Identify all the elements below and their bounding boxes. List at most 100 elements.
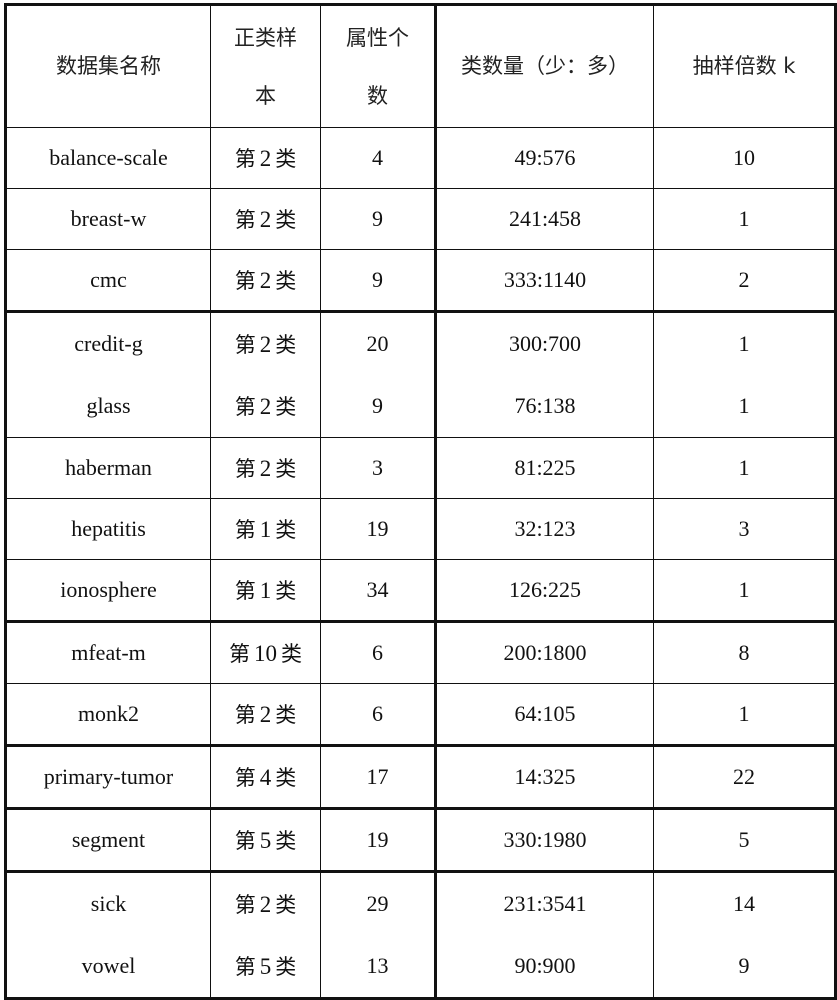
class-suffix: 类 bbox=[275, 954, 297, 979]
dataset-name-text: haberman bbox=[65, 455, 152, 480]
sampling-factor-text: 14 bbox=[733, 891, 755, 916]
table-row: balance-scale 第2类 4 49:576 10 bbox=[5, 127, 836, 189]
cell-attribute-count: 19 bbox=[320, 498, 436, 560]
sampling-factor-text: 8 bbox=[738, 640, 750, 665]
cell-class-ratio: 90:900 bbox=[434, 935, 654, 999]
cell-class-ratio: 14:325 bbox=[434, 744, 654, 809]
class-number: 2 bbox=[259, 206, 272, 232]
sampling-factor-text: 10 bbox=[733, 145, 755, 170]
table-row: credit-g 第2类 20 300:700 1 bbox=[5, 310, 836, 375]
header-attribute-count: 属性个 数 bbox=[320, 4, 436, 128]
header-attribute-count-line2: 数 bbox=[367, 83, 388, 108]
cell-dataset-name: vowel bbox=[5, 935, 211, 999]
cell-class-ratio: 64:105 bbox=[434, 683, 654, 746]
cell-sampling-factor: 22 bbox=[653, 744, 836, 809]
cell-sampling-factor: 1 bbox=[653, 188, 836, 250]
cell-dataset-name: breast-w bbox=[5, 188, 211, 250]
cell-positive-class: 第2类 bbox=[210, 188, 321, 250]
attribute-count-text: 9 bbox=[372, 393, 383, 418]
class-suffix: 类 bbox=[275, 892, 297, 917]
cell-attribute-count: 20 bbox=[320, 310, 436, 375]
cell-sampling-factor: 1 bbox=[653, 375, 836, 438]
dataset-name-text: credit-g bbox=[74, 331, 143, 356]
header-positive-class: 正类样 本 bbox=[210, 4, 321, 128]
cell-class-ratio: 200:1800 bbox=[434, 620, 654, 684]
cell-attribute-count: 3 bbox=[320, 437, 436, 499]
table-header: 数据集名称 正类样 本 属性个 数 类数量（少：多） 抽样倍数 k bbox=[5, 4, 836, 128]
table-row: cmc 第2类 9 333:1140 2 bbox=[5, 249, 836, 312]
cell-sampling-factor: 5 bbox=[653, 807, 836, 872]
class-ratio-text: 76:138 bbox=[514, 393, 576, 418]
dataset-table: 数据集名称 正类样 本 属性个 数 类数量（少：多） 抽样倍数 k balanc… bbox=[4, 3, 837, 1000]
cell-positive-class: 第4类 bbox=[210, 744, 321, 809]
class-suffix: 类 bbox=[275, 332, 297, 357]
dataset-name-text: sick bbox=[90, 891, 127, 916]
cell-dataset-name: primary-tumor bbox=[5, 744, 211, 809]
cell-positive-class: 第2类 bbox=[210, 683, 321, 746]
table-row: monk2 第2类 6 64:105 1 bbox=[5, 683, 836, 746]
attribute-count-text: 19 bbox=[366, 516, 389, 541]
class-number: 5 bbox=[259, 827, 272, 853]
dataset-name-text: segment bbox=[71, 827, 146, 852]
class-prefix: 第 bbox=[234, 892, 256, 917]
cell-class-ratio: 126:225 bbox=[434, 559, 654, 622]
attribute-count-text: 20 bbox=[366, 331, 389, 356]
class-ratio-text: 14:325 bbox=[514, 764, 576, 789]
cell-positive-class: 第 10 类 bbox=[210, 620, 321, 684]
table-row: sick 第2类 29 231:3541 14 bbox=[5, 870, 836, 935]
dataset-name-text: balance-scale bbox=[49, 145, 168, 170]
table-row: glass 第2类 9 76:138 1 bbox=[5, 375, 836, 438]
cell-attribute-count: 13 bbox=[320, 935, 436, 999]
cell-positive-class: 第2类 bbox=[210, 127, 321, 189]
class-prefix: 第 bbox=[234, 517, 256, 542]
class-suffix: 类 bbox=[281, 641, 302, 666]
cell-positive-class: 第5类 bbox=[210, 807, 321, 872]
class-ratio-text: 126:225 bbox=[508, 577, 582, 602]
sampling-factor-text: 1 bbox=[738, 577, 750, 602]
cell-dataset-name: mfeat-m bbox=[5, 620, 211, 684]
cell-attribute-count: 9 bbox=[320, 249, 436, 312]
cell-positive-class: 第1类 bbox=[210, 498, 321, 560]
class-suffix: 类 bbox=[275, 828, 297, 853]
class-ratio-text: 300:700 bbox=[508, 331, 582, 356]
class-number: 2 bbox=[259, 891, 272, 917]
dataset-name-text: breast-w bbox=[70, 206, 147, 231]
cell-dataset-name: hepatitis bbox=[5, 498, 211, 560]
class-prefix: 第 bbox=[234, 765, 256, 790]
cell-positive-class: 第2类 bbox=[210, 310, 321, 375]
class-prefix: 第 bbox=[234, 828, 256, 853]
attribute-count-text: 13 bbox=[366, 953, 389, 978]
sampling-factor-text: 1 bbox=[738, 331, 750, 356]
cell-sampling-factor: 3 bbox=[653, 498, 836, 560]
class-ratio-text: 200:1800 bbox=[503, 640, 587, 665]
header-positive-class-line1: 正类样 bbox=[234, 25, 297, 50]
attribute-count-text: 9 bbox=[372, 267, 383, 292]
class-prefix: 第 bbox=[234, 146, 256, 171]
cell-attribute-count: 9 bbox=[320, 375, 436, 438]
cell-class-ratio: 231:3541 bbox=[434, 870, 654, 935]
table-body: balance-scale 第2类 4 49:576 10 breast-w 第… bbox=[5, 127, 836, 999]
class-ratio-text: 333:1140 bbox=[503, 267, 587, 292]
class-number: 10 bbox=[254, 640, 277, 666]
cell-sampling-factor: 1 bbox=[653, 310, 836, 375]
attribute-count-text: 4 bbox=[372, 145, 383, 170]
cell-class-ratio: 333:1140 bbox=[434, 249, 654, 312]
class-prefix: 第 bbox=[234, 954, 256, 979]
header-sampling-factor: 抽样倍数 k bbox=[653, 4, 836, 128]
cell-attribute-count: 9 bbox=[320, 188, 436, 250]
dataset-name-text: glass bbox=[86, 393, 131, 418]
cell-attribute-count: 34 bbox=[320, 559, 436, 622]
class-number: 5 bbox=[259, 953, 272, 979]
sampling-factor-text: 2 bbox=[738, 267, 750, 292]
cell-attribute-count: 29 bbox=[320, 870, 436, 935]
table-row: ionosphere 第1类 34 126:225 1 bbox=[5, 559, 836, 622]
class-ratio-text: 90:900 bbox=[514, 953, 576, 978]
class-suffix: 类 bbox=[275, 207, 297, 232]
cell-attribute-count: 4 bbox=[320, 127, 436, 189]
class-ratio-text: 81:225 bbox=[514, 455, 576, 480]
class-suffix: 类 bbox=[275, 702, 297, 727]
class-suffix: 类 bbox=[275, 456, 297, 481]
class-number: 2 bbox=[259, 455, 272, 481]
dataset-name-text: hepatitis bbox=[71, 516, 146, 541]
cell-sampling-factor: 1 bbox=[653, 683, 836, 746]
